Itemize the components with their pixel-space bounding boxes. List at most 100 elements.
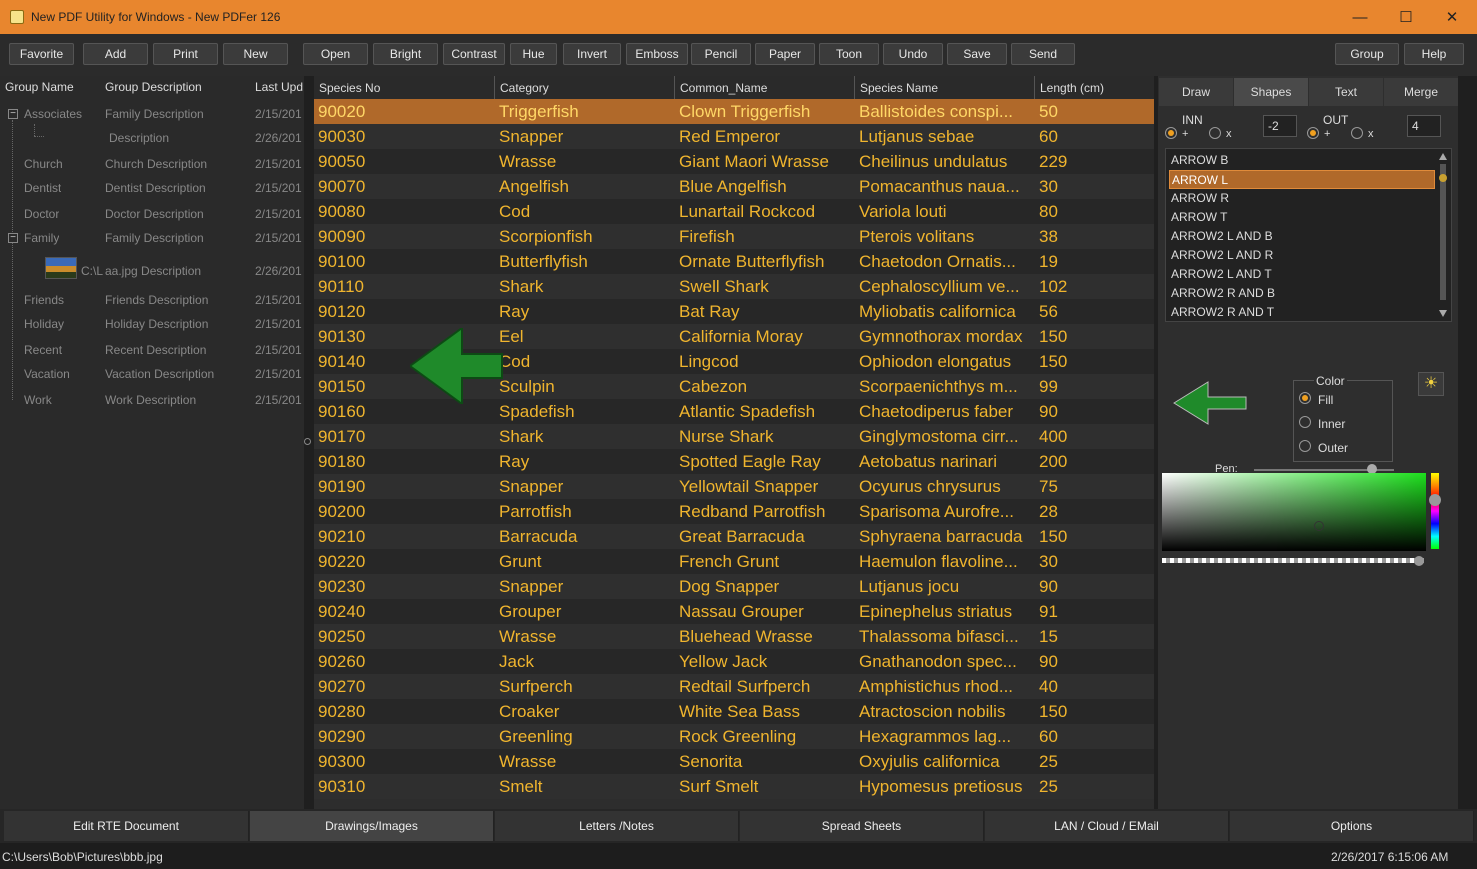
group-description-header[interactable]: Group Description — [105, 76, 202, 98]
tab-spread-sheets[interactable]: Spread Sheets — [740, 811, 984, 841]
tab-options[interactable]: Options — [1230, 811, 1474, 841]
out-value-input[interactable]: 4 — [1407, 115, 1441, 137]
table-row[interactable]: 90070 Angelfish Blue Angelfish Pomacanthus … — [314, 174, 1154, 199]
bright-button[interactable]: Bright — [373, 43, 438, 65]
tab-draw[interactable]: Draw — [1159, 78, 1233, 106]
close-icon[interactable]: ✕ — [1429, 0, 1475, 34]
length-header[interactable]: Length (cm) — [1035, 76, 1154, 99]
table-row[interactable]: 90110 Shark Swell Shark Cephaloscyllium ve.… — [314, 274, 1154, 299]
inn-x-radio[interactable] — [1209, 127, 1221, 139]
table-row[interactable]: 90170 Shark Nurse Shark Ginglymostoma cirr.… — [314, 424, 1154, 449]
table-row[interactable]: 90270 Surfperch Redtail Surfperch Amphistic… — [314, 674, 1154, 699]
common-name-header[interactable]: Common_Name — [675, 76, 855, 99]
table-row[interactable]: 90030 Snapper Red Emperor Lutjanus sebae 60 — [314, 124, 1154, 149]
shape-list-item[interactable]: ARROW B — [1169, 151, 1435, 170]
fill-radio[interactable] — [1299, 392, 1311, 404]
table-row[interactable]: 90280 Croaker White Sea Bass Atractoscion n… — [314, 699, 1154, 724]
tab-lan-cloud-email[interactable]: LAN / Cloud / EMail — [985, 811, 1229, 841]
group-row-doctor[interactable]: Doctor Doctor Description 2/15/201 — [0, 202, 304, 226]
group-row-child[interactable]: Description 2/26/201 — [0, 126, 304, 150]
out-plus-radio[interactable] — [1307, 127, 1319, 139]
tab-text[interactable]: Text — [1309, 78, 1383, 106]
species-no-header[interactable]: Species No — [314, 76, 495, 99]
table-row[interactable]: 90100 Butterflyfish Ornate Butterflyfish Ch… — [314, 249, 1154, 274]
maximize-icon[interactable]: ☐ — [1383, 0, 1429, 34]
hue-button[interactable]: Hue — [510, 43, 557, 65]
table-row[interactable]: 90240 Grouper Nassau Grouper Epinephelus st… — [314, 599, 1154, 624]
shape-list-item[interactable]: ARROW T — [1169, 208, 1435, 227]
tab-letters-notes[interactable]: Letters /Notes — [495, 811, 739, 841]
table-row[interactable]: 90210 Barracuda Great Barracuda Sphyraena b… — [314, 524, 1154, 549]
send-button[interactable]: Send — [1011, 43, 1075, 65]
table-row[interactable]: 90190 Snapper Yellowtail Snapper Ocyurus ch… — [314, 474, 1154, 499]
collapse-icon[interactable]: − — [8, 109, 18, 119]
table-row[interactable]: 90290 Greenling Rock Greenling Hexagrammos … — [314, 724, 1154, 749]
alpha-slider[interactable] — [1162, 558, 1424, 563]
hue-slider-thumb[interactable] — [1429, 494, 1441, 506]
shape-list-item[interactable]: ARROW2 L AND B — [1169, 227, 1435, 246]
emboss-button[interactable]: Emboss — [626, 43, 688, 65]
tab-merge[interactable]: Merge — [1384, 78, 1458, 106]
print-button[interactable]: Print — [153, 43, 218, 65]
table-row[interactable]: 90050 Wrasse Giant Maori Wrasse Cheilinus u… — [314, 149, 1154, 174]
tab-drawings-images[interactable]: Drawings/Images — [250, 811, 494, 841]
add-button[interactable]: Add — [83, 43, 148, 65]
table-row[interactable]: 90230 Snapper Dog Snapper Lutjanus jocu 90 — [314, 574, 1154, 599]
group-row-recent[interactable]: Recent Recent Description 2/15/201 — [0, 338, 304, 362]
tab-edit-rte[interactable]: Edit RTE Document — [4, 811, 249, 841]
group-row-church[interactable]: Church Church Description 2/15/201 — [0, 152, 304, 176]
category-header[interactable]: Category — [495, 76, 675, 99]
hue-slider[interactable] — [1431, 473, 1439, 549]
color-picker-cursor[interactable] — [1314, 521, 1324, 531]
table-row[interactable]: 90310 Smelt Surf Smelt Hypomesus pretiosus 2… — [314, 774, 1154, 799]
save-button[interactable]: Save — [947, 43, 1007, 65]
table-row[interactable]: 90180 Ray Spotted Eagle Ray Aetobatus narin… — [314, 449, 1154, 474]
pencil-button[interactable]: Pencil — [691, 43, 751, 65]
green-arrow-left-shape[interactable] — [410, 328, 506, 404]
lightbulb-icon[interactable]: ☀ — [1418, 372, 1444, 396]
group-row-dentist[interactable]: Dentist Dentist Description 2/15/201 — [0, 176, 304, 200]
open-button[interactable]: Open — [303, 43, 368, 65]
table-row[interactable]: 90120 Ray Bat Ray Myliobatis californica 56 — [314, 299, 1154, 324]
group-name-header[interactable]: Group Name — [5, 76, 74, 98]
shape-list-item[interactable]: ARROW2 L AND R — [1169, 246, 1435, 265]
contrast-button[interactable]: Contrast — [443, 43, 505, 65]
table-row[interactable]: 90260 Jack Yellow Jack Gnathanodon spec... 9… — [314, 649, 1154, 674]
table-row[interactable]: 90220 Grunt French Grunt Haemulon flavoline… — [314, 549, 1154, 574]
new-button[interactable]: New — [223, 43, 288, 65]
group-row-vacation[interactable]: Vacation Vacation Description 2/15/201 — [0, 362, 304, 386]
color-picker-area[interactable] — [1162, 473, 1426, 551]
group-row-work[interactable]: Work Work Description 2/15/201 — [0, 388, 304, 412]
table-row-selected[interactable]: 90020 Triggerfish Clown Triggerfish Ballist… — [314, 99, 1154, 124]
help-button[interactable]: Help — [1404, 43, 1464, 65]
last-updated-header[interactable]: Last Upd — [255, 76, 303, 98]
group-button[interactable]: Group — [1335, 43, 1399, 65]
out-x-radio[interactable] — [1351, 127, 1363, 139]
table-row[interactable]: 90250 Wrasse Bluehead Wrasse Thalassoma bif… — [314, 624, 1154, 649]
group-row-holiday[interactable]: Holiday Holiday Description 2/15/201 — [0, 312, 304, 336]
shape-list-item[interactable]: ARROW R — [1169, 189, 1435, 208]
group-row-associates[interactable]: − Associates Family Description 2/15/201 — [0, 102, 304, 126]
tab-shapes[interactable]: Shapes — [1234, 78, 1308, 106]
group-row-family[interactable]: − Family Family Description 2/15/201 — [0, 226, 304, 250]
toon-button[interactable]: Toon — [819, 43, 879, 65]
inn-plus-radio[interactable] — [1165, 127, 1177, 139]
table-row[interactable]: 90090 Scorpionfish Firefish Pterois volitan… — [314, 224, 1154, 249]
favorite-button[interactable]: Favorite — [9, 43, 74, 65]
inner-radio[interactable] — [1299, 416, 1311, 428]
table-row[interactable]: 90300 Wrasse Senorita Oxyjulis californica 2… — [314, 749, 1154, 774]
minimize-icon[interactable]: — — [1337, 0, 1383, 34]
shape-list-item[interactable]: ARROW2 R AND B — [1169, 284, 1435, 303]
collapse-icon[interactable]: − — [8, 233, 18, 243]
species-name-header[interactable]: Species Name — [855, 76, 1035, 99]
paper-button[interactable]: Paper — [755, 43, 815, 65]
group-row-friends[interactable]: Friends Friends Description 2/15/201 — [0, 288, 304, 312]
inn-value-input[interactable]: -2 — [1263, 115, 1297, 137]
table-row[interactable]: 90080 Cod Lunartail Rockcod Variola louti 80 — [314, 199, 1154, 224]
alpha-slider-thumb[interactable] — [1414, 556, 1424, 566]
undo-button[interactable]: Undo — [883, 43, 943, 65]
table-row[interactable]: 90200 Parrotfish Redband Parrotfish Spariso… — [314, 499, 1154, 524]
shape-list-item[interactable]: ARROW L — [1169, 170, 1435, 189]
shape-list-scrollbar[interactable] — [1436, 150, 1450, 320]
splitter-handle[interactable] — [304, 438, 311, 445]
